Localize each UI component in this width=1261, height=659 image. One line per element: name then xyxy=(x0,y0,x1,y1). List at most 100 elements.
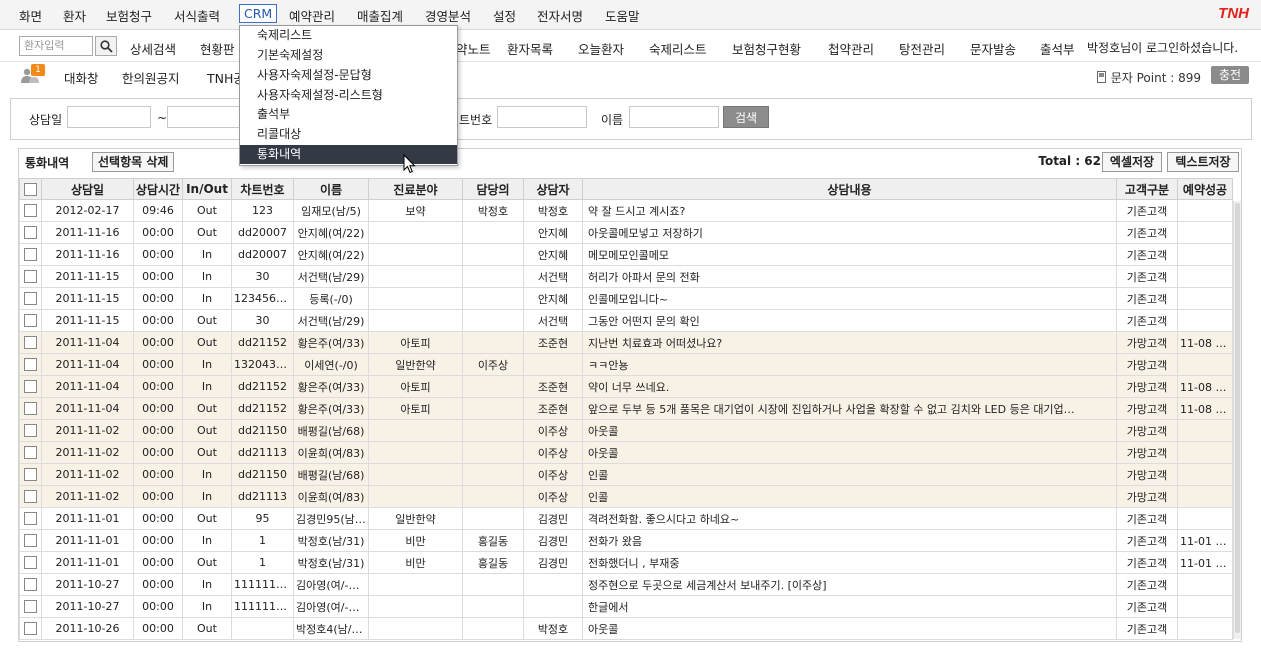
toolbar-detail-search[interactable]: 상세검색 xyxy=(130,39,176,58)
table-row[interactable]: 2011-11-04 00:00 Out dd21152 황은주(여/33) 아토피 조준현… xyxy=(19,331,1233,354)
col-header-time[interactable]: 상담시간 xyxy=(133,178,183,200)
cell-name: 황은주(여/33) xyxy=(293,331,369,354)
row-checkbox[interactable] xyxy=(19,529,42,552)
toolbar-decoction-management[interactable]: 탕전관리 xyxy=(899,39,945,58)
row-checkbox[interactable] xyxy=(19,221,42,244)
end-date-input[interactable] xyxy=(167,106,247,128)
toolbar-insurance-status[interactable]: 보험청구현황 xyxy=(732,39,801,58)
table-row[interactable]: 2011-11-02 00:00 Out dd21113 이윤희(여/83) 이주상 아웃콜… xyxy=(19,441,1233,464)
vertical-scrollbar[interactable] xyxy=(1233,201,1241,639)
row-checkbox[interactable] xyxy=(19,617,42,640)
table-row[interactable]: 2011-11-04 00:00 In 132043148 이세연(-/0) 일반한약 이주… xyxy=(19,353,1233,376)
table-row[interactable]: 2011-11-16 00:00 Out dd20007 안지혜(여/22) 안지혜 아웃콜… xyxy=(19,221,1233,244)
col-header-field[interactable]: 진료분야 xyxy=(368,178,463,200)
menu-screen[interactable]: 화면 xyxy=(19,6,42,25)
table-row[interactable]: 2011-10-26 00:00 Out 박정호4(남/23) 박정호 아웃콜 기존고객 xyxy=(19,617,1233,640)
charge-button[interactable]: 충전 xyxy=(1211,66,1249,84)
col-header-reservation[interactable]: 예약성공 xyxy=(1177,178,1233,200)
table-row[interactable]: 2011-11-01 00:00 In 1 박정호(남/31) 비만 홍길동 김경민 전화가 왔… xyxy=(19,529,1233,552)
row-checkbox[interactable] xyxy=(19,551,42,574)
table-row[interactable]: 2011-11-15 00:00 In 123456790 등록(-/0) 안지혜 인콜메모… xyxy=(19,287,1233,310)
clinic-notice-link[interactable]: 한의원공지 xyxy=(122,68,180,87)
menu-form-print[interactable]: 서식출력 xyxy=(174,6,220,25)
dropdown-item-attendance[interactable]: 출석부 xyxy=(240,105,457,124)
table-row[interactable]: 2011-11-01 00:00 Out 1 박정호(남/31) 비만 홍길동 김경민 전화했더… xyxy=(19,551,1233,574)
menu-crm[interactable]: CRM xyxy=(239,4,278,23)
col-header-inout[interactable]: In/Out xyxy=(182,178,232,200)
chart-number-input[interactable] xyxy=(497,106,587,128)
col-header-date[interactable]: 상담일 xyxy=(41,178,134,200)
scrollbar-thumb[interactable] xyxy=(1235,203,1240,633)
search-submit-button[interactable]: 검색 xyxy=(723,106,769,128)
menu-reservation[interactable]: 예약관리 xyxy=(289,6,335,25)
table-row[interactable]: 2011-10-2700:00In1111111111김아영(여/-76) 정주현… xyxy=(19,573,1233,596)
menu-insurance-claim[interactable]: 보험청구 xyxy=(106,6,152,25)
row-checkbox[interactable] xyxy=(19,309,42,332)
cell-doctor: 홍길동 xyxy=(462,529,524,552)
table-row[interactable]: 2011-11-16 00:00 In dd20007 안지혜(여/22) 안지혜 메모메모… xyxy=(19,243,1233,266)
row-checkbox[interactable] xyxy=(19,265,42,288)
table-row[interactable]: 2011-11-15 00:00 Out 30 서건택(남/29) 서건택 그동안 어떤지 … xyxy=(19,309,1233,332)
menu-management-analysis[interactable]: 경영분석 xyxy=(425,6,471,25)
row-checkbox[interactable] xyxy=(19,287,42,310)
row-checkbox[interactable] xyxy=(19,375,42,398)
toolbar-attendance[interactable]: 출석부 xyxy=(1040,39,1075,58)
table-row[interactable]: 2011-11-0100:00Out95김경민95(남/42)일반한약 김경민격려… xyxy=(19,507,1233,530)
excel-save-button[interactable]: 엑셀저장 xyxy=(1102,152,1162,172)
toolbar-prescription-note[interactable]: 약노트 xyxy=(456,39,491,58)
dropdown-item-recall-targets[interactable]: 리콜대상 xyxy=(240,125,457,144)
delete-selected-button[interactable]: 선택항목 삭제 xyxy=(92,152,175,172)
toolbar-herbal-management[interactable]: 첩약관리 xyxy=(828,39,874,58)
menu-settings[interactable]: 설정 xyxy=(493,6,516,25)
dropdown-item-call-history[interactable]: 통화내역 xyxy=(240,145,457,164)
row-checkbox[interactable] xyxy=(19,573,42,596)
text-save-button[interactable]: 텍스트저장 xyxy=(1167,152,1239,172)
toolbar-patient-list[interactable]: 환자목록 xyxy=(507,39,553,58)
col-header-doctor[interactable]: 담당의 xyxy=(462,178,524,200)
select-all-checkbox[interactable] xyxy=(19,178,42,200)
table-row[interactable]: 2011-11-15 00:00 In 30 서건택(남/29) 서건택 허리가 아파서 문… xyxy=(19,265,1233,288)
dropdown-item-user-homework-qa[interactable]: 사용자숙제설정-문답형 xyxy=(240,66,457,85)
search-button[interactable] xyxy=(95,36,117,56)
row-checkbox[interactable] xyxy=(19,243,42,266)
dropdown-item-homework-list[interactable]: 숙제리스트 xyxy=(240,26,457,45)
menu-patient[interactable]: 환자 xyxy=(63,6,86,25)
cell-time: 00:00 xyxy=(133,353,183,376)
menu-e-signature[interactable]: 전자서명 xyxy=(537,6,583,25)
row-checkbox[interactable] xyxy=(19,397,42,420)
col-header-counselor[interactable]: 상담자 xyxy=(523,178,583,200)
table-row[interactable]: 2011-11-02 00:00 In dd21113 이윤희(여/83) 이주상 인콜 가망… xyxy=(19,485,1233,508)
col-header-chart[interactable]: 차트번호 xyxy=(231,178,294,200)
toolbar-today-patients[interactable]: 오늘환자 xyxy=(578,39,624,58)
table-row[interactable]: 2011-11-04 00:00 In dd21152 황은주(여/33) 아토피 조준현 약… xyxy=(19,375,1233,398)
name-input[interactable] xyxy=(629,106,719,128)
dropdown-item-user-homework-list[interactable]: 사용자숙제설정-리스트형 xyxy=(240,86,457,105)
row-checkbox[interactable] xyxy=(19,463,42,486)
col-header-name[interactable]: 이름 xyxy=(293,178,369,200)
row-checkbox[interactable] xyxy=(19,331,42,354)
menu-sales[interactable]: 매출집계 xyxy=(357,6,403,25)
row-checkbox[interactable] xyxy=(19,199,42,222)
table-row[interactable]: 2012-02-17 09:46 Out 123 임재모(남/5) 보약 박정호 박정호 약 잘… xyxy=(19,199,1233,222)
row-checkbox[interactable] xyxy=(19,507,42,530)
patient-search-input[interactable]: 환자입력 xyxy=(19,36,93,56)
table-row[interactable]: 2011-11-02 00:00 Out dd21150 배평길(남/68) 이주상 아웃콜… xyxy=(19,419,1233,442)
row-checkbox[interactable] xyxy=(19,419,42,442)
row-checkbox[interactable] xyxy=(19,441,42,464)
chat-window-link[interactable]: 대화창 xyxy=(64,68,99,87)
table-row[interactable]: 2011-11-04 00:00 Out dd21152 황은주(여/33) 아토피 조준현… xyxy=(19,397,1233,420)
start-date-input[interactable] xyxy=(67,106,151,128)
menu-help[interactable]: 도움말 xyxy=(605,6,640,25)
table-row[interactable]: 2011-11-02 00:00 In dd21150 배평길(남/68) 이주상 인콜 가망… xyxy=(19,463,1233,486)
row-checkbox[interactable] xyxy=(19,595,42,618)
row-checkbox[interactable] xyxy=(19,353,42,376)
col-header-memo[interactable]: 상담내용 xyxy=(582,178,1117,200)
table-row[interactable]: 2011-10-2700:00In1111111111김아영(여/-76) 한글에… xyxy=(19,595,1233,618)
dropdown-item-basic-homework[interactable]: 기본숙제설정 xyxy=(240,46,457,65)
toolbar-status-board[interactable]: 현황판 xyxy=(200,39,235,58)
toolbar-homework-list[interactable]: 숙제리스트 xyxy=(649,39,707,58)
cell-counselor: 이주상 xyxy=(523,419,583,442)
row-checkbox[interactable] xyxy=(19,485,42,508)
toolbar-sms-send[interactable]: 문자발송 xyxy=(970,39,1016,58)
col-header-customer-type[interactable]: 고객구분 xyxy=(1116,178,1178,200)
